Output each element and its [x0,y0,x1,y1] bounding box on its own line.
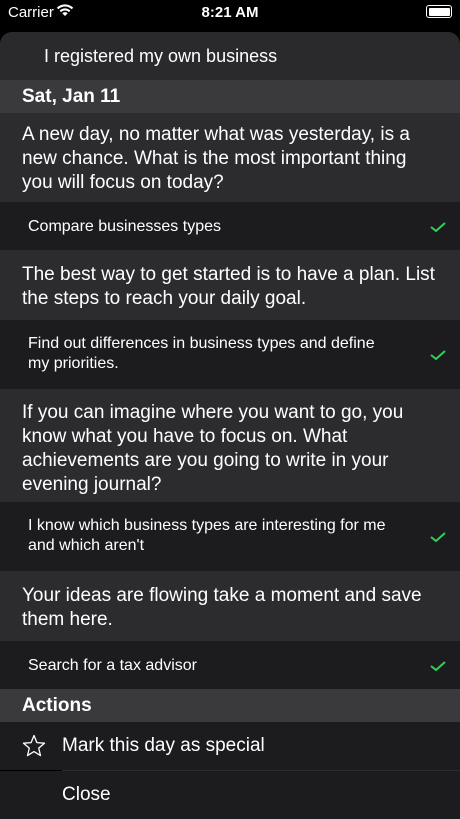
answer-1-text: Compare businesses types [28,218,221,235]
checkmark-icon [430,661,446,671]
date-label: Sat, Jan 11 [22,86,121,107]
question-2: The best way to get started is to have a… [0,250,460,320]
mark-special-label: Mark this day as special [62,735,265,756]
previous-entry-row[interactable]: I registered my own business [0,32,460,80]
question-3: If you can imagine where you want to go,… [0,389,460,502]
answer-row-1[interactable]: Compare businesses types [0,202,460,250]
mark-special-button[interactable]: Mark this day as special [0,722,460,770]
star-icon [22,734,46,757]
question-1-text: A new day, no matter what was yesterday,… [22,124,410,193]
date-section-header: Sat, Jan 11 [0,80,460,113]
checkmark-icon [430,532,446,542]
checkmark-icon [430,350,446,360]
battery-icon [426,5,452,18]
answer-2-text: Find out differences in business types a… [28,335,375,372]
status-bar: Carrier 8:21 AM [0,0,460,26]
answer-3-text: I know which business types are interest… [28,517,386,554]
question-3-text: If you can imagine where you want to go,… [22,402,404,495]
question-4: Your ideas are flowing take a moment and… [0,571,460,641]
previous-entry-text: I registered my own business [44,46,278,66]
close-label: Close [62,784,111,805]
question-2-text: The best way to get started is to have a… [22,264,435,309]
actions-label: Actions [22,695,92,716]
answer-row-4[interactable]: Search for a tax advisor [0,641,460,689]
clock: 8:21 AM [201,4,259,21]
checkmark-icon [430,222,446,232]
question-4-text: Your ideas are flowing take a moment and… [22,585,422,630]
answer-row-3[interactable]: I know which business types are interest… [0,502,460,571]
close-button[interactable]: Close [0,771,460,819]
question-1: A new day, no matter what was yesterday,… [0,113,460,202]
answer-4-text: Search for a tax advisor [28,657,197,674]
actions-section-header: Actions [0,689,460,722]
answer-row-2[interactable]: Find out differences in business types a… [0,320,460,389]
